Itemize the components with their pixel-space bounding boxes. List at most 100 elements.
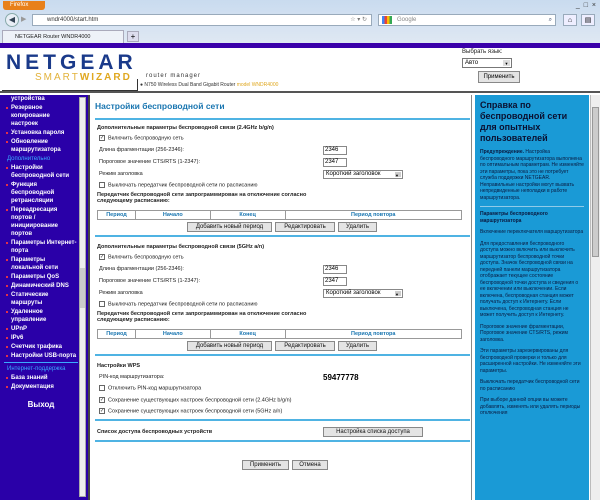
logo-smart: SMART	[35, 72, 80, 83]
sidebar-section-support[interactable]: Интернет-поддержка	[4, 365, 78, 373]
scroll-thumb[interactable]	[592, 107, 599, 257]
band-heading: Дополнительные параметры беспроводной св…	[97, 244, 265, 250]
sidebar-item[interactable]: Счетчик трафика	[4, 343, 78, 351]
sidebar-item[interactable]: Резервное копирование настроек	[4, 104, 78, 128]
edit-button[interactable]: Редактировать	[275, 222, 335, 232]
sidebar-item[interactable]: Установка пароля	[4, 129, 78, 137]
column-header: Начало	[134, 210, 211, 220]
help-text: При выборе данной опции вы можете добавл…	[480, 397, 581, 416]
language-apply-button[interactable]: Применить	[478, 71, 520, 83]
delete-button[interactable]: Удалить	[338, 222, 377, 232]
sidebar-scrollbar[interactable]	[79, 97, 86, 497]
access-list-button[interactable]: Настройка списка доступа	[323, 427, 423, 437]
chevron-down-icon: ▼	[503, 60, 510, 66]
sidebar-item[interactable]: устройства	[4, 95, 78, 103]
firefox-menu-button[interactable]: Firefox	[3, 1, 45, 10]
checkbox[interactable]: ✓	[99, 254, 105, 260]
language-select[interactable]: Авто ▼	[462, 58, 512, 68]
disable-pin-checkbox[interactable]: Отключить PIN-код маршрутизатора	[99, 385, 201, 391]
column-header: Конец	[209, 210, 286, 220]
access-list-label: Список доступа беспроводных устройств	[97, 429, 213, 435]
help-text: Для предоставления беспроводного доступа…	[480, 240, 579, 319]
back-icon[interactable]: ◀	[5, 13, 19, 27]
checkbox[interactable]: ✓	[99, 135, 105, 141]
help-warning: Предупреждение. Настройка беспроводного …	[480, 149, 584, 201]
sidebar-item[interactable]: Дополнительно	[4, 155, 78, 163]
window-controls[interactable]: _ □ ×	[576, 2, 597, 9]
apply-button[interactable]: Применить	[242, 460, 289, 470]
logout-button[interactable]: Выход	[4, 401, 78, 409]
sidebar-item[interactable]: IPv6	[4, 334, 78, 342]
cts-rts-label: Пороговое значение CTS/RTS (1-2347):	[99, 278, 200, 284]
home-icon[interactable]: ⌂	[563, 14, 577, 26]
preamble-select[interactable]: Короткий заголовок ▼	[323, 289, 403, 298]
checkbox[interactable]: ✓	[99, 397, 105, 403]
band-heading: Дополнительные параметры беспроводной св…	[97, 125, 274, 131]
cts-rts-input[interactable]: 2347	[323, 158, 347, 167]
delete-button[interactable]: Удалить	[338, 341, 377, 351]
fragmentation-input[interactable]: 2346	[323, 265, 347, 274]
bookmarks-icon[interactable]: ▤	[581, 14, 595, 26]
sidebar-item[interactable]: Статические маршруты	[4, 291, 78, 307]
pin-value: 59477778	[323, 373, 359, 382]
browser-tab[interactable]: NETGEAR Router WNDR4000	[2, 30, 124, 43]
edit-button[interactable]: Редактировать	[275, 341, 335, 351]
help-text: Пороговое значение фрагментации, Порогов…	[480, 323, 568, 343]
model-name: model WNDR4000	[236, 82, 279, 88]
search-icon[interactable]: ⌕	[549, 15, 552, 25]
help-scrollbar[interactable]	[590, 95, 600, 500]
sidebar-item[interactable]: Удаленное управление	[4, 308, 78, 324]
help-panel: Справка по беспроводной сети для опытных…	[475, 95, 589, 500]
sidebar-item[interactable]: Функция беспроводной ретрансляции	[4, 181, 78, 205]
keep-settings-24ghz-checkbox[interactable]: ✓ Сохранение существующих настроек беспро…	[99, 397, 291, 403]
scroll-thumb[interactable]	[80, 268, 85, 308]
sidebar-item[interactable]: Параметры локальной сети	[4, 256, 78, 272]
forward-icon[interactable]: ▶	[21, 15, 26, 23]
chevron-down-icon: ▼	[395, 291, 401, 297]
sidebar-item[interactable]: Динамический DNS	[4, 282, 78, 290]
keep-settings-5ghz-checkbox-label: Сохранение существующих настроек беспров…	[108, 408, 283, 415]
tagline: router manager	[146, 73, 202, 79]
schedule-checkbox[interactable]: Выключать передатчик беспроводной сети п…	[99, 182, 258, 188]
add-period-button[interactable]: Добавить новый период	[187, 341, 272, 351]
checkbox[interactable]	[99, 182, 105, 188]
address-bar[interactable]: wndr4000/start.htm ☆ ▾ ↻	[32, 14, 372, 26]
language-value: Авто	[465, 60, 479, 66]
cts-rts-input[interactable]: 2347	[323, 277, 347, 286]
help-text: Включение переключателя маршрутизатора	[480, 229, 584, 235]
checkbox[interactable]	[99, 301, 105, 307]
checkbox[interactable]: ✓	[99, 408, 105, 414]
fragmentation-input[interactable]: 2346	[323, 146, 347, 155]
schedule-table: Период Начало Конец Период повтора	[97, 210, 463, 220]
model-line: ● N750 Wireless Dual Band Gigabit Router…	[140, 82, 279, 88]
search-input[interactable]: Google ⌕	[378, 14, 556, 26]
disable-pin-checkbox-label: Отключить PIN-код маршрутизатора	[108, 385, 202, 392]
checkbox[interactable]	[99, 385, 105, 391]
sidebar-item[interactable]: Настройки USB-порта	[4, 352, 78, 360]
enable-wireless-checkbox[interactable]: ✓ Включить беспроводную сеть	[99, 135, 184, 141]
new-tab-button[interactable]: +	[127, 31, 139, 42]
enable-wireless-checkbox-label: Включить беспроводную сеть	[108, 135, 184, 142]
keep-settings-5ghz-checkbox[interactable]: ✓ Сохранение существующих настроек беспро…	[99, 408, 282, 414]
table-header-row: Период Начало Конец Период повтора	[97, 210, 463, 220]
schedule-checkbox[interactable]: Выключать передатчик беспроводной сети п…	[99, 301, 258, 307]
preamble-select[interactable]: Короткий заголовок ▼	[323, 170, 403, 179]
sidebar-item[interactable]: Обновление маршрутизатора	[4, 138, 78, 154]
add-period-button[interactable]: Добавить новый период	[187, 222, 272, 232]
divider	[95, 419, 470, 421]
sidebar-item[interactable]: Документация	[4, 383, 78, 391]
sidebar-item[interactable]: Переадресация портов / инициирование пор…	[4, 206, 78, 238]
column-header: Период повтора	[284, 329, 463, 339]
sidebar-item[interactable]: Параметры QoS	[4, 273, 78, 281]
sidebar-item[interactable]: UPnP	[4, 325, 78, 333]
column-header: Конец	[209, 329, 286, 339]
reload-icon[interactable]: ☆ ▾ ↻	[350, 15, 367, 25]
sidebar-item[interactable]: Параметры Интернет-порта	[4, 239, 78, 255]
cancel-button[interactable]: Отмена	[292, 460, 328, 470]
sidebar-item[interactable]: База знаний	[4, 374, 78, 382]
url-text: wndr4000/start.htm	[47, 17, 99, 23]
divider	[95, 235, 470, 237]
enable-wireless-checkbox[interactable]: ✓ Включить беспроводную сеть	[99, 254, 184, 260]
sidebar-item[interactable]: Настройки беспроводной сети	[4, 164, 78, 180]
warning-text: Настройка беспроводного маршрутизатора в…	[480, 149, 584, 201]
